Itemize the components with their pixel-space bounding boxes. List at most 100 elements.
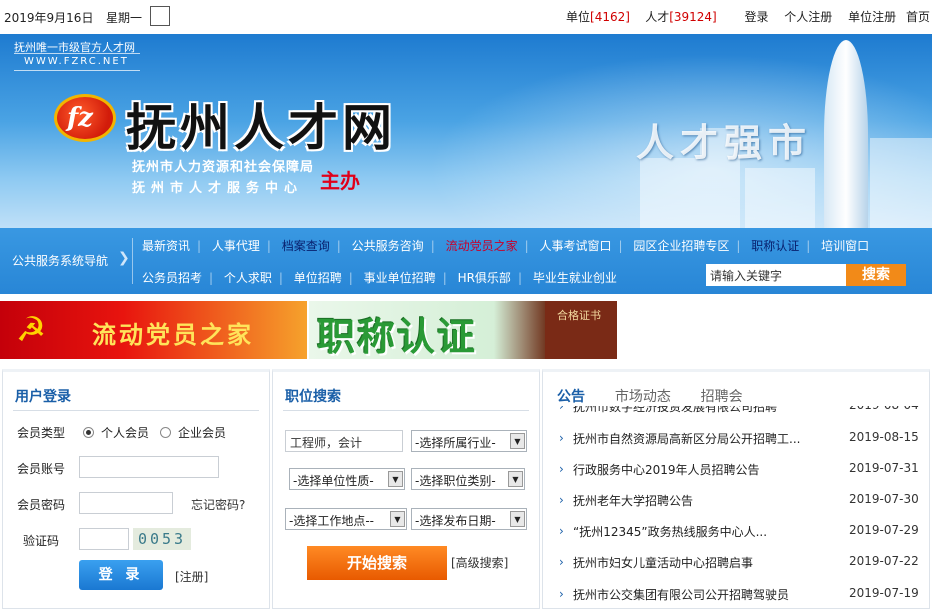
nav-item-park-recruit[interactable]: 园区企业招聘专区 bbox=[633, 239, 729, 253]
captcha-image[interactable]: 0053 bbox=[133, 528, 191, 550]
advanced-search-link[interactable]: [高级搜索] bbox=[451, 554, 508, 571]
nav-separator: | bbox=[517, 271, 522, 285]
news-date: 2019-07-29 bbox=[849, 523, 919, 537]
home-link[interactable]: 首页 bbox=[906, 10, 930, 24]
top-links: 登录 个人注册 单位注册 首页 bbox=[732, 8, 930, 25]
list-item[interactable]: › 抚州老年大学招聘公告 2019-07-30 bbox=[543, 492, 929, 512]
enterprise-member-radio[interactable] bbox=[160, 427, 171, 438]
bullet-icon: › bbox=[559, 462, 564, 476]
enterprise-member-label[interactable]: 企业会员 bbox=[178, 424, 226, 441]
personal-member-label[interactable]: 个人会员 bbox=[101, 424, 149, 441]
nav-separator: | bbox=[278, 271, 283, 285]
dropdown-arrow-icon: ▼ bbox=[510, 511, 525, 527]
personal-member-radio[interactable] bbox=[83, 427, 94, 438]
bullet-icon: › bbox=[559, 406, 564, 413]
news-panel: 公告 市场动态 招聘会 › 抚州市数字经济投资发展有限公司招聘 2019-08-… bbox=[542, 369, 930, 609]
nav-separator: | bbox=[197, 239, 202, 253]
job-category-select[interactable]: -选择职位类别- ▼ bbox=[411, 468, 525, 490]
site-banner: 抚州唯一市级官方人才网 WWW.FZRC.NET fz 抚州人才网 抚州市人力资… bbox=[0, 34, 932, 228]
news-title[interactable]: “抚州12345”政务热线服务中心人... bbox=[573, 523, 813, 540]
list-item[interactable]: › 行政服务中心2019年人员招聘公告 2019-07-31 bbox=[543, 461, 929, 481]
nav-item-public-service[interactable]: 公共服务咨询 bbox=[352, 239, 424, 253]
site-logo-icon[interactable]: fz bbox=[54, 94, 116, 142]
password-input[interactable] bbox=[79, 492, 173, 514]
site-name[interactable]: 抚州人才网 bbox=[126, 88, 396, 160]
list-item[interactable]: › 抚州市公交集团有限公司公开招聘驾驶员 2019-07-19 bbox=[543, 586, 929, 606]
nav-row-2: 公务员招考 | 个人求职 | 单位招聘 | 事业单位招聘 | HR俱乐部 | 毕业生就业创… bbox=[142, 269, 617, 286]
list-item[interactable]: › “抚州12345”政务热线服务中心人... 2019-07-29 bbox=[543, 523, 929, 543]
dropdown-arrow-icon: ▼ bbox=[390, 511, 405, 527]
nav-item-news[interactable]: 最新资讯 bbox=[142, 239, 190, 253]
nav-item-archive-query[interactable]: 档案查询 bbox=[282, 239, 330, 253]
news-date: 2019-07-30 bbox=[849, 492, 919, 506]
talent-label: 人才 bbox=[645, 10, 670, 24]
register-link[interactable]: [注册] bbox=[175, 568, 208, 585]
main-nav: 公共服务系统导航 ❯ 最新资讯 | 人事代理 | 档案查询 | 公共服务咨询 | 流动党… bbox=[0, 228, 932, 294]
job-search-panel: 职位搜索 工程师，会计 -选择所属行业- ▼ -选择单位性质- ▼ -选择职位类… bbox=[272, 369, 540, 609]
captcha-input[interactable] bbox=[79, 528, 129, 550]
tab-job-fairs[interactable]: 招聘会 bbox=[701, 386, 743, 406]
site-search-button[interactable]: 搜索 bbox=[846, 264, 906, 286]
banner-building bbox=[640, 158, 700, 228]
forgot-password-link[interactable]: 忘记密码? bbox=[191, 496, 245, 513]
nav-separator: | bbox=[442, 271, 447, 285]
news-title[interactable]: 抚州市公交集团有限公司公开招聘驾驶员 bbox=[573, 586, 813, 603]
dropdown-arrow-icon: ▼ bbox=[508, 471, 523, 487]
bullet-icon: › bbox=[559, 431, 564, 445]
weather-box bbox=[150, 6, 170, 26]
bullet-icon: › bbox=[559, 493, 564, 507]
login-link[interactable]: 登录 bbox=[744, 10, 768, 24]
nav-item-job-seeking[interactable]: 个人求职 bbox=[224, 271, 272, 285]
news-list: › 抚州市数字经济投资发展有限公司招聘 2019-08-04 › 抚州市自然资源… bbox=[543, 406, 929, 608]
panel-rule bbox=[283, 410, 529, 411]
news-title[interactable]: 抚州市自然资源局高新区分局公开招聘工... bbox=[573, 430, 813, 447]
tab-announcements[interactable]: 公告 bbox=[557, 386, 585, 406]
party-home-banner[interactable]: ☭ 流动党员之家 bbox=[0, 301, 307, 359]
nav-item-exam-window[interactable]: 人事考试窗口 bbox=[539, 239, 611, 253]
current-weekday: 星期一 bbox=[106, 11, 143, 25]
login-title: 用户登录 bbox=[15, 389, 71, 405]
list-item[interactable]: › 抚州市数字经济投资发展有限公司招聘 2019-08-04 bbox=[543, 406, 929, 418]
nav-item-unit-recruit[interactable]: 单位招聘 bbox=[294, 271, 342, 285]
news-title[interactable]: 抚州老年大学招聘公告 bbox=[573, 492, 813, 509]
news-title[interactable]: 抚州市妇女儿童活动中心招聘启事 bbox=[573, 554, 813, 571]
nav-item-title-cert[interactable]: 职称认证 bbox=[751, 239, 799, 253]
personal-register-link[interactable]: 个人注册 bbox=[784, 10, 832, 24]
logo-letter: fz bbox=[67, 103, 93, 133]
publish-date-select[interactable]: -选择发布日期- ▼ bbox=[411, 508, 527, 530]
chevron-right-icon: ❯ bbox=[118, 250, 130, 266]
nav-separator: | bbox=[209, 271, 214, 285]
nav-item-civil-exam[interactable]: 公务员招考 bbox=[142, 271, 202, 285]
unit-nature-select[interactable]: -选择单位性质- ▼ bbox=[289, 468, 405, 490]
login-button[interactable]: 登 录 bbox=[79, 560, 163, 590]
news-tabs: 公告 市场动态 招聘会 bbox=[557, 386, 769, 406]
list-item[interactable]: › 抚州市自然资源局高新区分局公开招聘工... 2019-08-15 bbox=[543, 430, 929, 450]
nav-item-public-inst-recruit[interactable]: 事业单位招聘 bbox=[364, 271, 436, 285]
nav-separator: | bbox=[348, 271, 353, 285]
news-title[interactable]: 行政服务中心2019年人员招聘公告 bbox=[573, 461, 813, 478]
nav-title: 公共服务系统导航 bbox=[12, 254, 109, 268]
work-location-select-value: -选择工作地点-- bbox=[289, 514, 374, 528]
bullet-icon: › bbox=[559, 524, 564, 538]
job-keyword-input[interactable]: 工程师，会计 bbox=[285, 430, 403, 452]
certificate-text: 合格证书 bbox=[557, 309, 601, 322]
dropdown-arrow-icon: ▼ bbox=[510, 433, 525, 449]
unit-register-link[interactable]: 单位注册 bbox=[848, 10, 896, 24]
nav-separator: | bbox=[266, 239, 271, 253]
title-cert-banner[interactable]: 职称认证 合格证书 bbox=[309, 301, 617, 359]
account-input[interactable] bbox=[79, 456, 219, 478]
list-item[interactable]: › 抚州市妇女儿童活动中心招聘启事 2019-07-22 bbox=[543, 554, 929, 574]
nav-item-graduate[interactable]: 毕业生就业创业 bbox=[533, 271, 617, 285]
tab-market-news[interactable]: 市场动态 bbox=[615, 386, 671, 406]
work-location-select[interactable]: -选择工作地点-- ▼ bbox=[285, 508, 407, 530]
nav-item-training[interactable]: 培训窗口 bbox=[821, 239, 869, 253]
nav-item-personnel-agency[interactable]: 人事代理 bbox=[212, 239, 260, 253]
nav-item-party-home[interactable]: 流动党员之家 bbox=[446, 239, 518, 253]
site-search-input[interactable] bbox=[706, 264, 846, 286]
nav-item-hr-club[interactable]: HR俱乐部 bbox=[458, 271, 511, 285]
hammer-sickle-icon: ☭ bbox=[15, 310, 47, 350]
industry-select[interactable]: -选择所属行业- ▼ bbox=[411, 430, 527, 452]
start-search-button[interactable]: 开始搜索 bbox=[307, 546, 447, 580]
nav-separator: | bbox=[618, 239, 623, 253]
news-title[interactable]: 抚州市数字经济投资发展有限公司招聘 bbox=[573, 406, 813, 415]
